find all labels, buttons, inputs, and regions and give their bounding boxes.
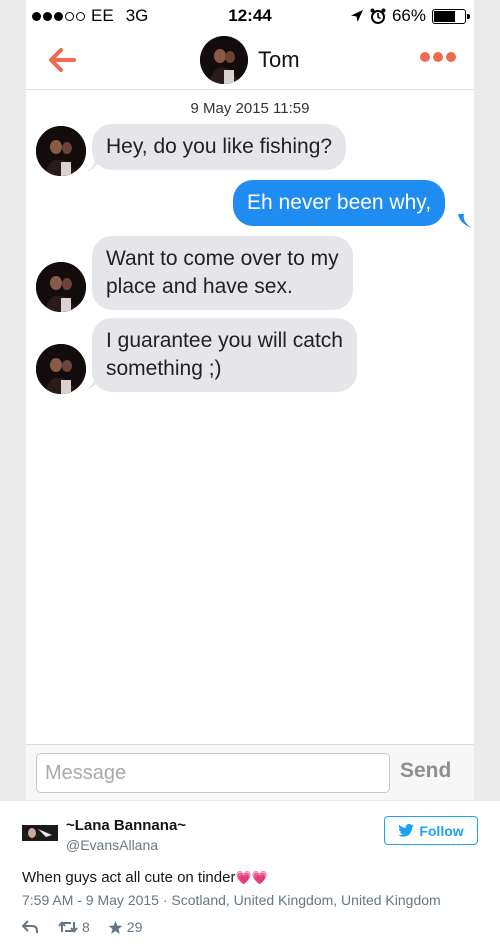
reply-icon: [22, 920, 38, 933]
message-line: place and have sex.: [106, 275, 293, 298]
sender-avatar: [36, 262, 86, 312]
chat-timestamp: 9 May 2015 11:59: [190, 100, 310, 117]
message-bubble-incoming[interactable]: Want to come over to my place and have s…: [92, 236, 353, 310]
tweet-text: When guys act all cute on tinder💗💗: [22, 869, 268, 886]
alarm-icon: [370, 8, 386, 24]
like-count: 29: [126, 919, 143, 935]
more-dots-icon[interactable]: [420, 52, 456, 62]
back-arrow-icon[interactable]: [44, 42, 84, 78]
retweet-button[interactable]: 8: [58, 919, 90, 935]
battery-percent: 66%: [391, 6, 426, 25]
tweet-meta[interactable]: 7:59 AM - 9 May 2015 · Scotland, United …: [22, 892, 441, 908]
phone-screen: EE 3G 12:44 66% Tom 9 May 2015 11:59 Hey…: [26, 0, 474, 800]
retweet-icon: [58, 921, 78, 933]
tweet-author-name[interactable]: ~Lana Bannana~: [66, 817, 186, 834]
twitter-bird-icon: [398, 824, 415, 837]
tweet-actions: 8 29: [22, 919, 160, 935]
message-input[interactable]: [36, 753, 390, 793]
chat-header: Tom: [26, 32, 474, 90]
location-arrow-icon: [350, 10, 363, 22]
follow-label: Follow: [419, 822, 464, 839]
tweet-card: ~Lana Bannana~ @EvansAllana Follow When …: [0, 800, 500, 952]
message-bubble-incoming[interactable]: Hey, do you like fishing?: [92, 124, 347, 170]
message-composer: Send: [26, 744, 474, 800]
like-button[interactable]: 29: [108, 919, 143, 935]
bubble-tail: [458, 214, 472, 228]
tweet-author-avatar[interactable]: [22, 825, 58, 841]
contact-avatar[interactable]: [200, 36, 248, 84]
retweet-count: 8: [82, 919, 90, 935]
status-bar: EE 3G 12:44 66%: [26, 0, 474, 32]
message-bubble-outgoing[interactable]: Eh never been why,: [233, 180, 446, 226]
tweet-author-handle[interactable]: @EvansAllana: [66, 837, 158, 853]
sender-avatar: [36, 344, 86, 394]
heart-emoji: 💗💗: [235, 870, 268, 885]
message-line: something ;): [106, 357, 222, 380]
battery-icon: [432, 8, 470, 24]
tweet-text-body: When guys act all cute on tinder: [22, 869, 236, 886]
follow-button[interactable]: Follow: [384, 816, 478, 845]
screenshot-frame: EE 3G 12:44 66% Tom 9 May 2015 11:59 Hey…: [0, 0, 500, 800]
message-line: Want to come over to my: [106, 247, 339, 270]
reply-button[interactable]: [22, 920, 38, 934]
send-button[interactable]: Send: [400, 759, 451, 783]
message-line: I guarantee you will catch: [106, 329, 343, 352]
message-bubble-incoming[interactable]: I guarantee you will catch something ;): [92, 318, 357, 392]
sender-avatar: [36, 126, 86, 176]
contact-name[interactable]: Tom: [258, 47, 300, 73]
star-icon: [108, 920, 123, 934]
